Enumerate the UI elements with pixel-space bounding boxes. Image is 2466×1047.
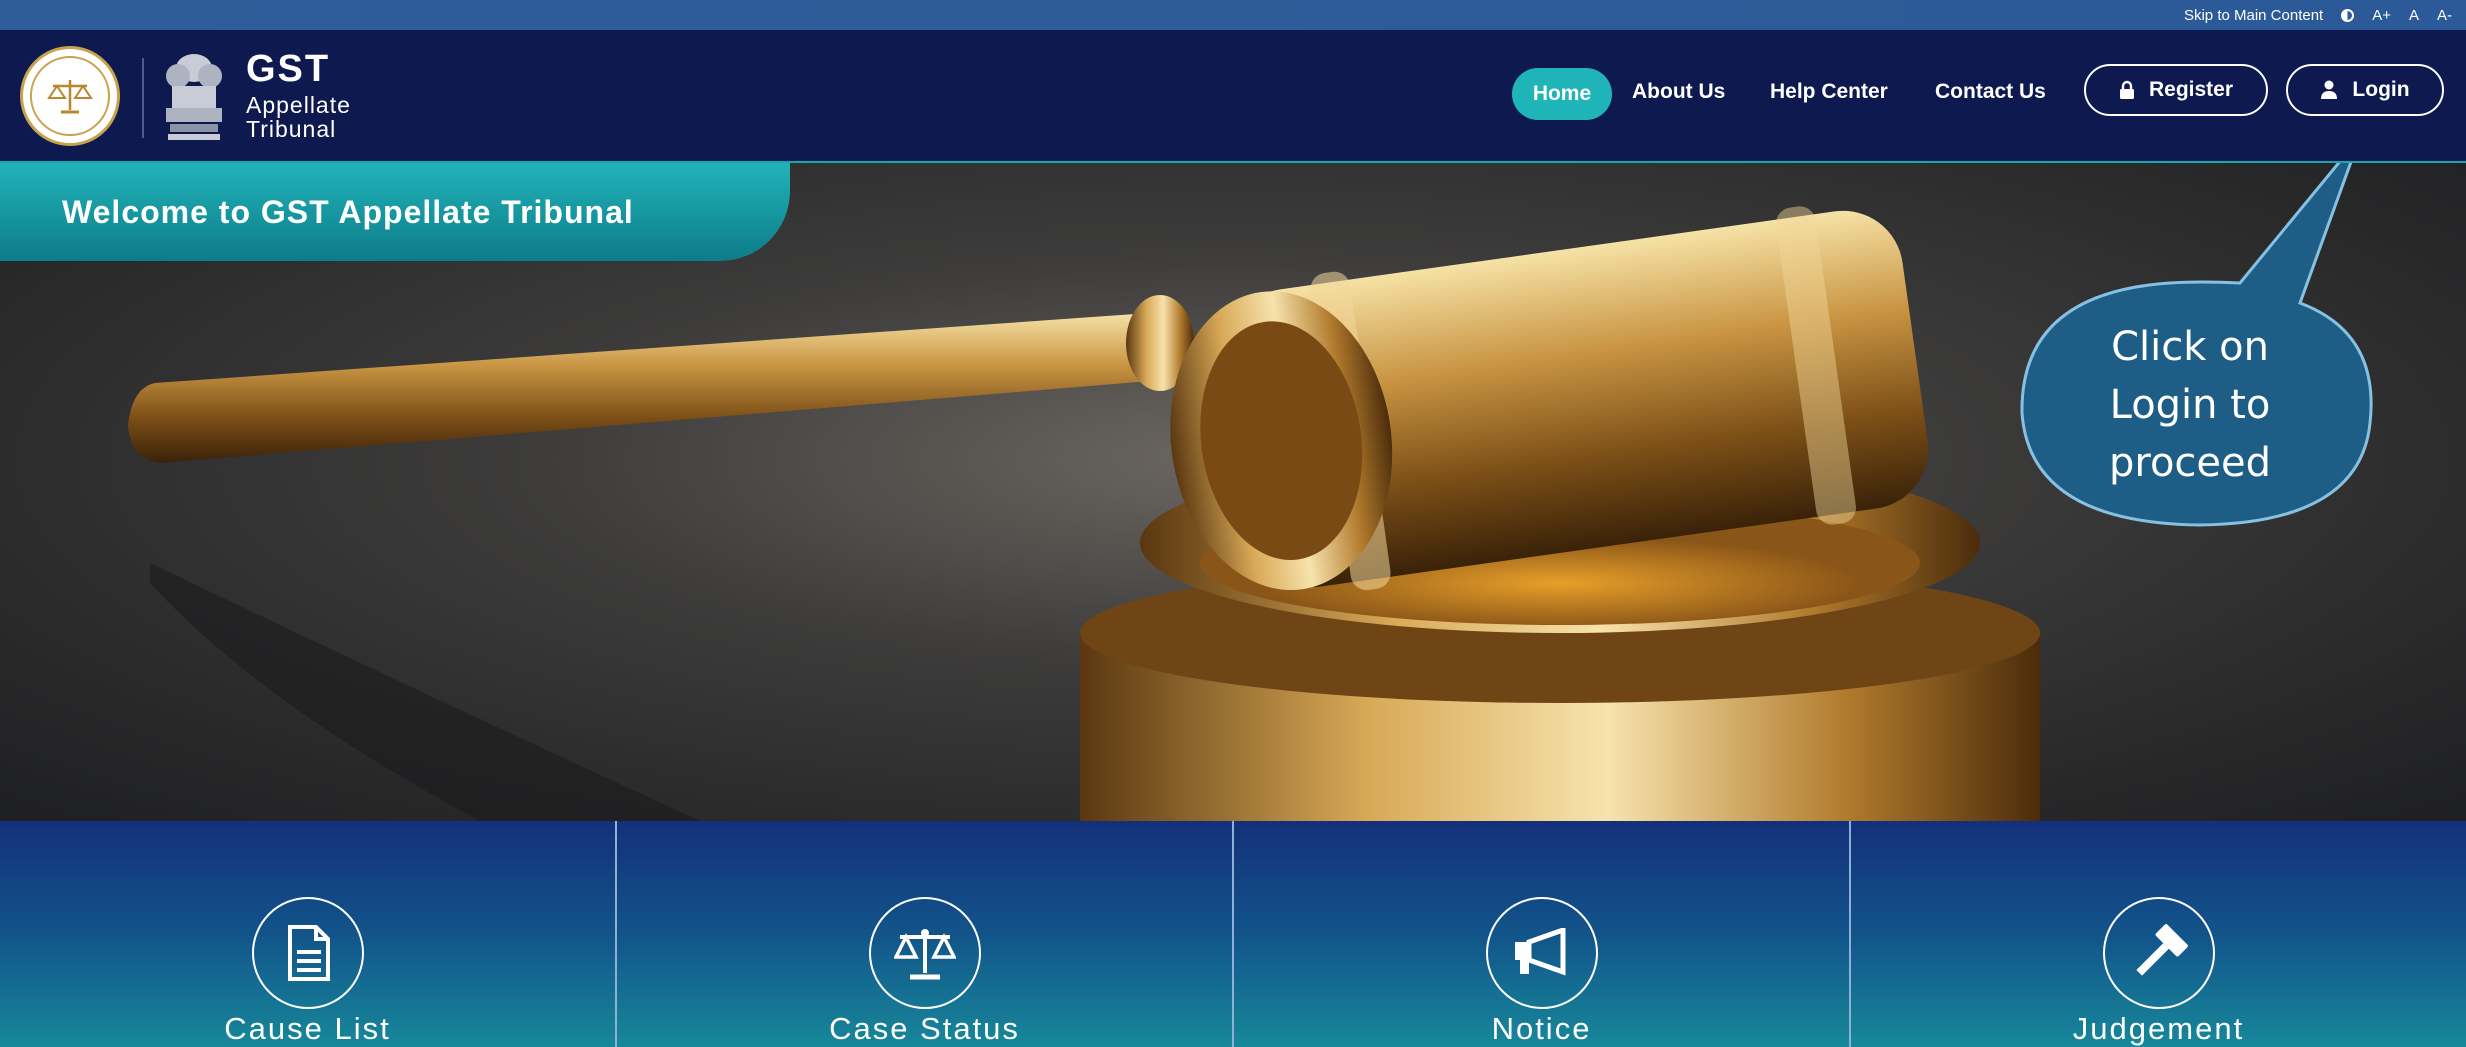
- card-label: Judgement: [2072, 1011, 2245, 1046]
- font-decrease-button[interactable]: A-: [2437, 7, 2452, 24]
- nav-help-center[interactable]: Help Center: [1770, 80, 1888, 104]
- register-label: Register: [2148, 78, 2234, 101]
- contrast-toggle-icon[interactable]: [2341, 8, 2355, 22]
- scales-seal-icon: [30, 56, 110, 136]
- nav-contact-us[interactable]: Contact Us: [1935, 80, 2046, 104]
- tribunal-seal-logo[interactable]: [20, 46, 120, 146]
- gavel-icon: [2102, 897, 2215, 1009]
- login-hint-callout: [2020, 163, 2373, 527]
- skip-to-main-link[interactable]: Skip to Main Content: [2184, 7, 2323, 24]
- document-icon: [251, 897, 364, 1009]
- card-case-status[interactable]: Case Status: [617, 821, 1234, 1047]
- brand-subtitle-line2: Tribunal: [246, 116, 337, 142]
- megaphone-icon: [1485, 897, 1598, 1009]
- logo-divider: [142, 58, 144, 138]
- register-button[interactable]: Register: [2084, 64, 2268, 116]
- callout-line-2: Login to: [2109, 382, 2271, 428]
- card-judgement[interactable]: Judgement: [1851, 821, 2466, 1047]
- callout-line-3: proceed: [2108, 440, 2272, 486]
- card-label: Case Status: [829, 1011, 1020, 1046]
- brand-title: GST: [246, 48, 331, 90]
- quick-links: Cause List Case Status Notice Judgement: [0, 821, 2466, 1047]
- callout-line-1: Click on: [2111, 324, 2269, 370]
- card-notice[interactable]: Notice: [1234, 821, 1851, 1047]
- login-button[interactable]: Login: [2286, 64, 2444, 116]
- national-emblem-icon: [158, 46, 230, 148]
- utility-bar: Skip to Main Content A+ A A-: [0, 0, 2466, 30]
- hero-banner: [0, 163, 2466, 821]
- card-label: Notice: [1491, 1011, 1592, 1046]
- welcome-banner: Welcome to GST Appellate Tribunal: [0, 163, 790, 261]
- user-icon: [2321, 80, 2338, 99]
- nav-about-us[interactable]: About Us: [1632, 80, 1725, 104]
- nav-home[interactable]: Home: [1512, 68, 1612, 120]
- brand-subtitle-line1: Appellate: [246, 92, 351, 118]
- card-label: Cause List: [224, 1011, 391, 1046]
- login-label: Login: [2352, 78, 2410, 101]
- font-increase-button[interactable]: A+: [2372, 7, 2391, 24]
- callout-text: Click on Login to proceed: [2040, 318, 2340, 492]
- lock-icon: [2119, 80, 2134, 99]
- card-cause-list[interactable]: Cause List: [0, 821, 617, 1047]
- font-normal-button[interactable]: A: [2409, 7, 2419, 24]
- scales-icon: [868, 897, 981, 1009]
- site-header: GST Appellate Tribunal Home About Us Hel…: [0, 30, 2466, 163]
